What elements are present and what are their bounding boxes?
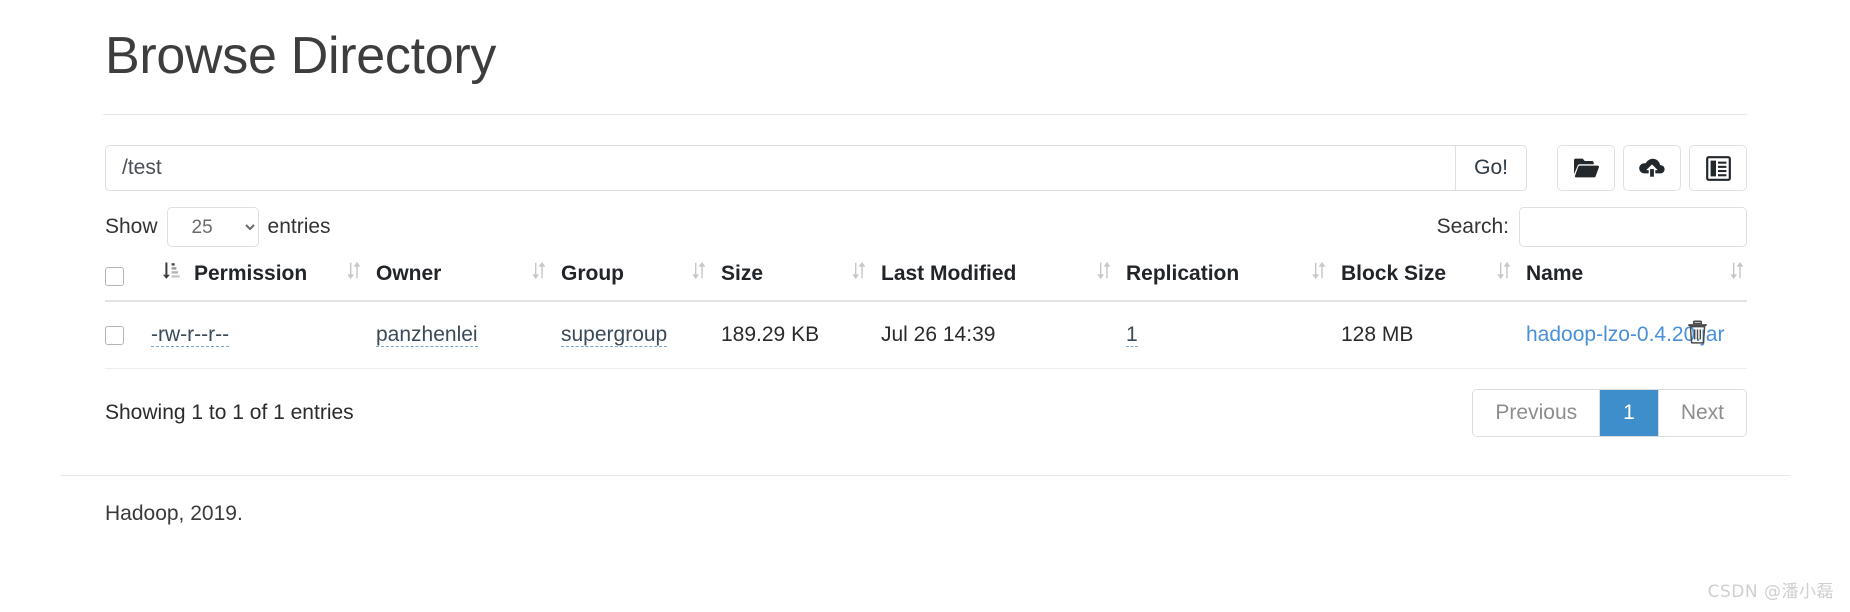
select-all-header [105, 261, 151, 302]
sort-amount-down-icon [161, 261, 180, 286]
column-label-name: Name [1526, 261, 1584, 285]
cloud-upload-icon [1638, 157, 1666, 179]
trash-icon [1687, 320, 1708, 347]
files-table: Permission Owner Group Size Last Modifie… [105, 261, 1747, 369]
delete-file-button[interactable] [1687, 320, 1708, 347]
column-header-permission[interactable]: Permission [151, 261, 376, 302]
showing-entries-info: Showing 1 to 1 of 1 entries [105, 401, 354, 424]
directory-action-buttons [1557, 145, 1747, 191]
sort-toggle-icon[interactable] [1311, 261, 1327, 286]
column-header-last-modified[interactable]: Last Modified [881, 261, 1126, 302]
site-footer-text: Hadoop, 2019. [105, 502, 243, 525]
group-value[interactable]: supergroup [561, 323, 668, 347]
cell-replication: 1 [1126, 301, 1341, 369]
column-label-last-modified: Last Modified [881, 261, 1017, 285]
files-table-container: Permission Owner Group Size Last Modifie… [60, 247, 1790, 369]
column-label-permission: Permission [194, 261, 308, 285]
search-control: Search: [1437, 207, 1747, 247]
sort-toggle-icon[interactable] [691, 261, 707, 286]
cut-paste-button[interactable] [1689, 145, 1747, 191]
cell-name: hadoop-lzo-0.4.20.jar [1526, 301, 1724, 369]
row-select-checkbox[interactable] [105, 325, 124, 345]
clipboard-list-icon [1705, 155, 1731, 181]
cell-size: 189.29 KB [721, 301, 881, 369]
column-label-owner: Owner [376, 261, 442, 285]
table-header-row: Permission Owner Group Size Last Modifie… [105, 261, 1747, 302]
table-footer: Showing 1 to 1 of 1 entries Previous 1 N… [60, 369, 1790, 437]
replication-value[interactable]: 1 [1126, 323, 1138, 347]
go-button[interactable]: Go! [1455, 145, 1527, 191]
column-header-replication[interactable]: Replication [1126, 261, 1341, 302]
sort-toggle-icon[interactable] [346, 261, 362, 286]
search-label: Search: [1436, 215, 1509, 238]
owner-value[interactable]: panzhenlei [376, 323, 478, 347]
sort-toggle-icon[interactable] [1096, 261, 1112, 286]
search-input[interactable] [1519, 207, 1747, 247]
column-header-name[interactable]: Name [1526, 261, 1747, 302]
cell-permission: -rw-r--r-- [151, 301, 376, 369]
column-label-group: Group [561, 261, 624, 285]
column-label-size: Size [721, 261, 764, 285]
show-label: Show [105, 215, 158, 238]
cell-group: supergroup [561, 301, 721, 369]
cell-owner: panzhenlei [376, 301, 561, 369]
create-directory-button[interactable] [1557, 145, 1615, 191]
cell-block-size: 128 MB [1341, 301, 1526, 369]
show-entries-control: Show 25 entries [105, 207, 331, 247]
permission-value[interactable]: -rw-r--r-- [151, 323, 230, 347]
pagination-next-button[interactable]: Next [1658, 390, 1746, 436]
entries-per-page-select[interactable]: 25 [166, 207, 259, 247]
column-header-group[interactable]: Group [561, 261, 721, 302]
cell-last-modified: Jul 26 14:39 [881, 301, 1126, 369]
column-header-block-size[interactable]: Block Size [1341, 261, 1526, 302]
sort-toggle-icon[interactable] [531, 261, 547, 286]
pagination-page-1-button[interactable]: 1 [1600, 390, 1659, 436]
path-input[interactable] [105, 145, 1456, 191]
sort-toggle-icon[interactable] [1496, 261, 1512, 286]
sort-toggle-icon[interactable] [851, 261, 867, 286]
open-folder-icon [1573, 157, 1599, 179]
column-label-block-size: Block Size [1341, 261, 1447, 285]
column-header-owner[interactable]: Owner [376, 261, 561, 302]
pagination: Previous 1 Next [1472, 389, 1747, 437]
upload-files-button[interactable] [1623, 145, 1681, 191]
browse-directory-page: Browse Directory Go! [0, 0, 1850, 612]
watermark: CSDN @潘小磊 [1707, 582, 1834, 602]
entries-label: entries [267, 215, 331, 238]
pagination-previous-button[interactable]: Previous [1473, 390, 1601, 436]
sort-toggle-icon[interactable] [1729, 261, 1745, 286]
column-label-replication: Replication [1126, 261, 1240, 285]
select-all-checkbox[interactable] [105, 267, 124, 286]
table-controls: Show 25 entries Search: [60, 191, 1790, 247]
table-row: -rw-r--r-- panzhenlei supergroup 189.29 … [105, 301, 1747, 369]
page-title: Browse Directory [105, 27, 497, 85]
column-header-size[interactable]: Size [721, 261, 881, 302]
path-bar: Go! [60, 115, 1790, 191]
row-select-cell [105, 301, 151, 369]
path-input-group: Go! [105, 145, 1527, 191]
